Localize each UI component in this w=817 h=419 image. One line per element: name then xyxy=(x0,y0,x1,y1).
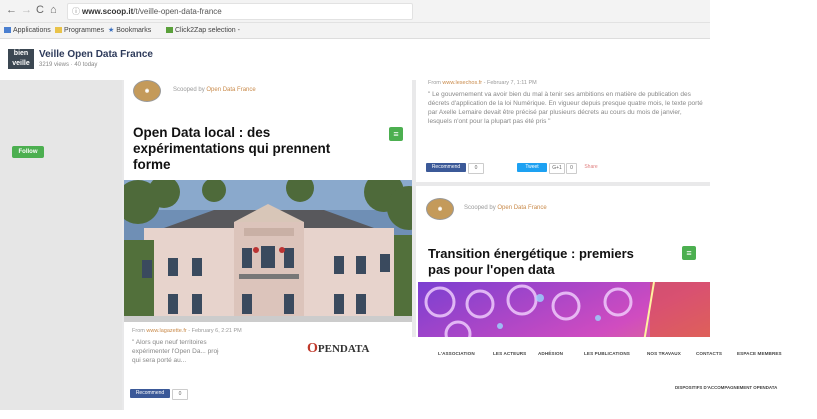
bookmark-label: Programmes xyxy=(64,27,105,34)
sidebar xyxy=(0,80,122,419)
menu-item-acteurs[interactable]: LES ACTEURS xyxy=(493,351,526,356)
bookmarks-bar: Applications Programmes ★ Bookmarks Clic… xyxy=(0,23,710,39)
town-hall-photo xyxy=(124,180,412,322)
menu-item-adhesion[interactable]: ADHÉSION xyxy=(538,351,563,356)
post-card: From www.lesechos.fr - February 7, 1:11 … xyxy=(416,80,710,182)
opendata-header-overlay: OPENDATA L'ASSOCIATION LES ACTEURS ADHÉS… xyxy=(219,337,817,419)
menu-item-contacts[interactable]: CONTACTS xyxy=(696,351,722,356)
site-header: bien veille Veille Open Data France 3219… xyxy=(0,39,710,81)
bookmark-label: Applications xyxy=(13,27,51,34)
recommend-button[interactable]: Recommend xyxy=(426,163,466,172)
address-bar[interactable]: ⓘ www.scoop.it/t/veille-open-data-france xyxy=(67,3,413,20)
scooped-by-link[interactable]: Open Data France xyxy=(206,87,255,93)
share-link[interactable]: Share xyxy=(581,163,601,172)
site-subtitle: 3219 views · 40 today xyxy=(39,62,98,68)
site-title[interactable]: Veille Open Data France xyxy=(39,49,153,60)
site-logo[interactable]: bien veille xyxy=(8,49,34,69)
star-icon: ★ xyxy=(108,27,115,34)
scooped-by: Scooped by Open Data France xyxy=(464,205,547,211)
post-image[interactable] xyxy=(124,180,412,322)
tweet-button[interactable]: Tweet xyxy=(517,163,547,172)
source-link[interactable]: www.lagazette.fr xyxy=(146,328,186,334)
post-quote: " Le gouvernement va avoir bien du mal à… xyxy=(428,91,703,125)
back-icon[interactable]: ← xyxy=(6,4,17,16)
menu-item-espace-membres[interactable]: ESPACE MEMBRES xyxy=(737,351,782,356)
follow-button[interactable]: Follow xyxy=(12,146,44,158)
post-title[interactable]: Open Data local : des expérimentations q… xyxy=(133,125,353,173)
home-icon[interactable]: ⌂ xyxy=(50,4,57,16)
post-quote: " Alors que neuf territoires expérimente… xyxy=(132,339,224,364)
recommend-button[interactable]: Recommend xyxy=(130,389,170,398)
menu-item-travaux[interactable]: NOS TRAVAUX xyxy=(647,351,681,356)
url-domain: www.scoop.it xyxy=(82,7,134,16)
recommend-count: 0 xyxy=(172,389,188,400)
google-plus-count: 0 xyxy=(566,163,577,174)
post-source: From www.lesechos.fr - February 7, 1:11 … xyxy=(428,80,537,86)
bottom-strip xyxy=(0,410,817,419)
menu-item-dispositifs[interactable]: DISPOSITIFS D'ACCOMPAGNEMENT OPENDATA xyxy=(675,385,777,390)
browser-toolbar: ← → C ⌂ ⓘ www.scoop.it/t/veille-open-dat… xyxy=(0,0,710,23)
post-source: From www.lagazette.fr - February 6, 2:21… xyxy=(132,328,242,334)
folder-icon xyxy=(55,27,62,33)
bookmark-click2zap[interactable]: Click2Zap selection - xyxy=(166,23,240,38)
bookmark-icon xyxy=(166,27,173,33)
avatar[interactable]: ◉ xyxy=(426,198,454,220)
reload-icon[interactable]: C xyxy=(36,4,44,16)
bookmark-programmes[interactable]: Programmes xyxy=(55,23,104,38)
scooped-by-bar: ◉ Scooped by Open Data France xyxy=(133,80,333,102)
bookmark-label: Click2Zap selection - xyxy=(175,27,240,34)
scooped-by: Scooped by Open Data France xyxy=(173,87,256,93)
scooped-by-link[interactable]: Open Data France xyxy=(497,205,546,211)
bookmark-bookmarks[interactable]: ★ Bookmarks xyxy=(108,23,151,38)
scoop-icon[interactable]: ≡ xyxy=(682,246,696,260)
url-path: /t/veille-open-data-france xyxy=(133,7,222,16)
google-plus-button[interactable]: G+1 xyxy=(549,163,565,174)
menu-item-publications[interactable]: LES PUBLICATIONS xyxy=(584,351,630,356)
avatar[interactable]: ◉ xyxy=(133,80,161,102)
forward-icon[interactable]: → xyxy=(21,4,32,16)
post-title[interactable]: Transition énergétique : premiers pas po… xyxy=(428,246,648,278)
source-link[interactable]: www.lesechos.fr xyxy=(442,80,482,86)
recommend-count: 0 xyxy=(468,163,484,174)
bookmark-label: Bookmarks xyxy=(116,27,152,34)
bookmark-applications[interactable]: Applications xyxy=(4,23,51,38)
scoop-icon[interactable]: ≡ xyxy=(389,127,403,141)
apps-icon xyxy=(4,27,11,33)
opendata-logo[interactable]: OPENDATA xyxy=(307,341,369,357)
menu-item-association[interactable]: L'ASSOCIATION xyxy=(438,351,475,356)
info-icon[interactable]: ⓘ xyxy=(72,4,80,19)
